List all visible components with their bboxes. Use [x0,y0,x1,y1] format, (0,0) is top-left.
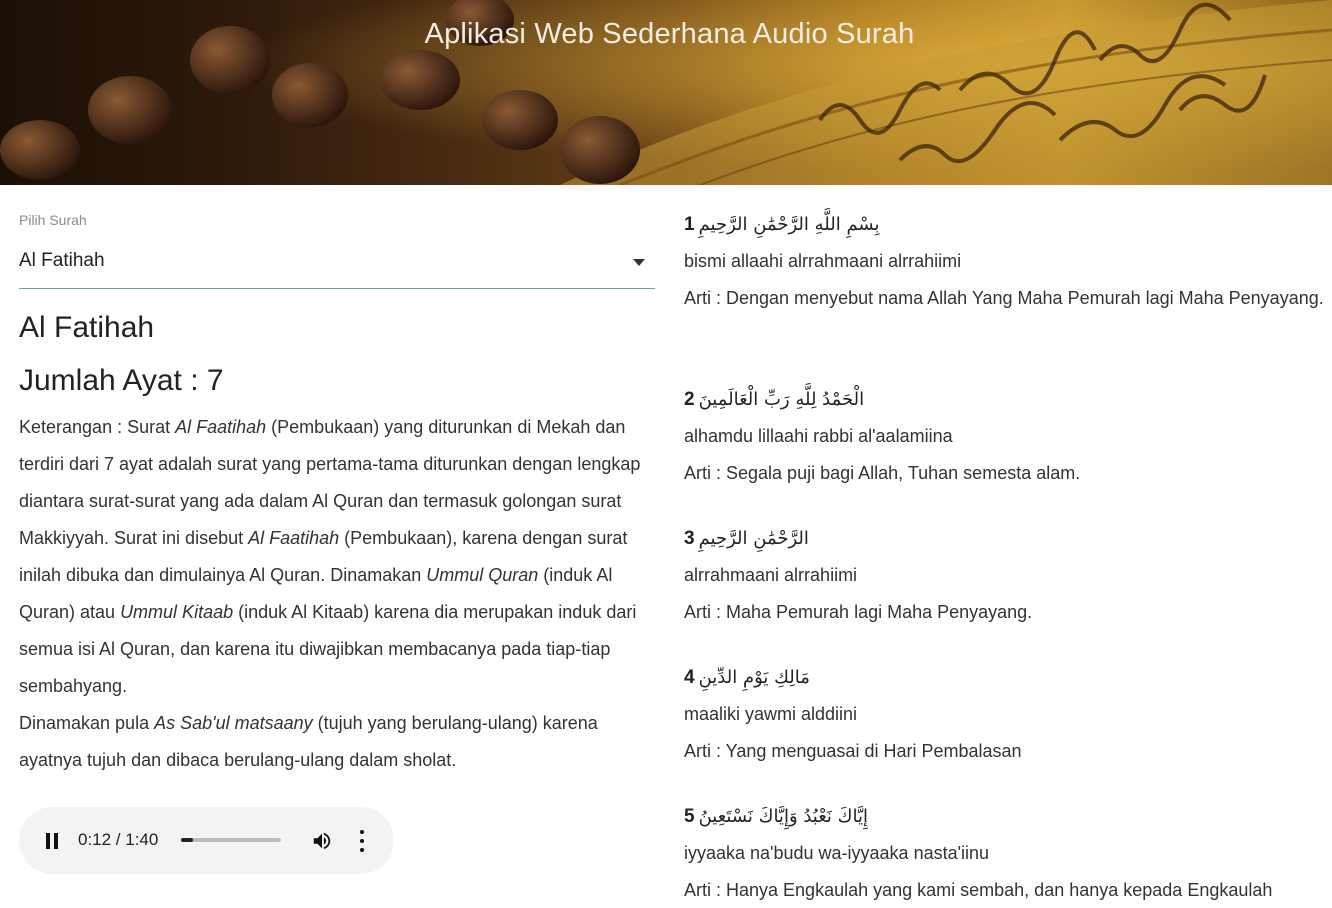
ayah-arabic: 5 إِيَّاكَ نَعْبُدُ وَإِيَّاكَ نَسْتَعِين… [684,806,868,827]
ayah-item: 3 الرَّحْمَٰنِ الرَّحِيمِ alrrahmaani alr… [684,520,1324,631]
ayah-arabic: 3 الرَّحْمَٰنِ الرَّحِيمِ [684,528,809,549]
ayah-arabic: 1 بِسْمِ اللَّهِ الرَّحْمَٰنِ الرَّحِيمِ [684,214,880,235]
more-vert-icon[interactable] [357,830,367,852]
ayah-translation: Arti : Maha Pemurah lagi Maha Penyayang. [684,602,1033,622]
surah-select-value: Al Fatihah [19,250,105,271]
dropdown-arrow-icon[interactable] [633,259,645,266]
audio-progress-bar[interactable] [181,838,281,842]
select-label: Pilih Surah [19,212,87,228]
audio-time: 0:12 / 1:40 [78,830,159,849]
ayah-arabic: 2 الْحَمْدُ لِلَّهِ رَبِّ الْعَالَمِينَ [684,389,865,410]
surah-select[interactable]: Al Fatihah [19,247,655,289]
ayah-translation: Arti : Yang menguasai di Hari Pembalasan [684,741,1022,761]
page-title: Aplikasi Web Sederhana Audio Surah [424,18,915,50]
ayah-item: 5 إِيَّاكَ نَعْبُدُ وَإِيَّاكَ نَسْتَعِين… [684,798,1324,908]
ayah-latin: maaliki yawmi alddiini [684,704,858,724]
ayah-latin: iyyaaka na'budu wa-iyyaaka nasta'iinu [684,843,990,863]
ayah-translation: Arti : Dengan menyebut nama Allah Yang M… [684,288,1324,308]
ayah-item: 2 الْحَمْدُ لِلَّهِ رَبِّ الْعَالَمِينَ a… [684,381,1324,492]
ayah-latin: bismi allaahi alrrahmaani alrrahiimi [684,251,962,271]
surah-title: Al Fatihah [19,311,155,344]
audio-player[interactable]: 0:12 / 1:40 [19,807,394,874]
surah-description: Keterangan : Surat Al Faatihah (Pembukaa… [19,417,641,770]
audio-progress-fill [181,838,193,842]
ayah-latin: alrrahmaani alrrahiimi [684,565,858,585]
header-banner: Aplikasi Web Sederhana Audio Surah [0,0,1332,185]
ayah-item: 1 بِسْمِ اللَّهِ الرَّحْمَٰنِ الرَّحِيمِ … [684,206,1324,317]
ayah-translation: Arti : Segala puji bagi Allah, Tuhan sem… [684,463,1081,483]
ayah-arabic: 4 مَالِكِ يَوْمِ الدِّينِ [684,667,810,688]
pause-icon[interactable] [45,833,59,849]
ayah-item: 4 مَالِكِ يَوْمِ الدِّينِ maaliki yawmi a… [684,659,1324,770]
volume-icon[interactable] [311,830,333,852]
ayah-translation: Arti : Hanya Engkaulah yang kami sembah,… [684,880,1273,900]
ayat-count: Jumlah Ayat : 7 [19,364,224,397]
ayah-latin: alhamdu lillaahi rabbi al'aalamiina [684,426,953,446]
